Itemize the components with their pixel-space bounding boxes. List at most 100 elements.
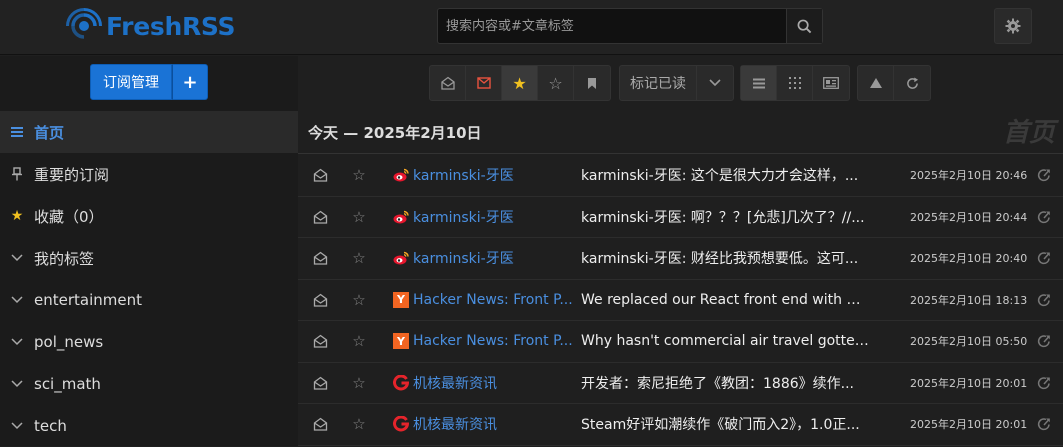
refresh-button[interactable] bbox=[894, 66, 930, 100]
article-title-link[interactable]: We replaced our React front end with Go.… bbox=[581, 292, 871, 308]
external-link-button[interactable] bbox=[1036, 168, 1052, 182]
favorite-toggle[interactable]: ☆ bbox=[351, 208, 367, 226]
chevron-down-icon bbox=[10, 380, 24, 388]
star-icon: ★ bbox=[10, 208, 24, 224]
mark-read-toggle[interactable] bbox=[312, 293, 328, 307]
favorite-toggle[interactable]: ☆ bbox=[351, 415, 367, 433]
mark-read-toggle[interactable] bbox=[312, 376, 328, 390]
subscription-management-button[interactable]: 订阅管理 bbox=[90, 64, 172, 100]
sidebar-item-label: tech bbox=[34, 417, 67, 435]
sidebar-item-sci-math[interactable]: sci_math bbox=[0, 363, 298, 405]
view-grid-button[interactable] bbox=[777, 66, 813, 100]
mark-read-button[interactable]: 标记已读 bbox=[620, 66, 697, 100]
external-link-icon bbox=[1037, 211, 1050, 223]
feed-name-link[interactable]: karminski-牙医 bbox=[413, 165, 573, 185]
feed-name-link[interactable]: 机核最新资讯 bbox=[413, 414, 573, 434]
mark-read-group: 标记已读 bbox=[619, 65, 734, 101]
list-icon bbox=[752, 78, 765, 88]
article-date: 2025年2月10日 20:01 bbox=[910, 376, 1028, 390]
mark-read-dropdown[interactable] bbox=[697, 66, 733, 100]
sort-order-button[interactable] bbox=[858, 66, 894, 100]
sidebar-item-important[interactable]: 重要的订阅 bbox=[0, 153, 298, 195]
article-list: ☆ karminski-牙医 karminski-牙医: 这个是很大力才会这样，..… bbox=[298, 155, 1063, 446]
mark-read-toggle[interactable] bbox=[312, 251, 328, 265]
mark-read-toggle[interactable] bbox=[312, 417, 328, 431]
add-subscription-button[interactable]: + bbox=[172, 64, 208, 100]
external-link-icon bbox=[1037, 418, 1050, 431]
sidebar-item-label: 我的标签 bbox=[34, 249, 95, 268]
external-link-button[interactable] bbox=[1036, 334, 1052, 348]
favorite-toggle[interactable]: ☆ bbox=[351, 291, 367, 309]
envelope-open-icon bbox=[313, 417, 327, 431]
mark-read-toggle[interactable] bbox=[312, 168, 328, 182]
app-logo[interactable]: FreshRSS bbox=[66, 8, 235, 44]
article-title-link[interactable]: karminski-牙医: 这个是很大力才会这样，... bbox=[581, 165, 871, 185]
external-link-button[interactable] bbox=[1036, 293, 1052, 307]
sidebar-item-home[interactable]: 首页 bbox=[0, 111, 298, 153]
search-button[interactable] bbox=[786, 9, 822, 43]
envelope-icon bbox=[476, 77, 491, 89]
article-row[interactable]: ☆ karminski-牙医 karminski-牙医: 财经比我预想要低。这可..… bbox=[298, 238, 1063, 280]
feed-name-link[interactable]: karminski-牙医 bbox=[413, 248, 573, 268]
filter-group: ★ ☆ bbox=[429, 65, 611, 101]
article-row[interactable]: ☆ karminski-牙医 karminski-牙医: 啊？？？[允悲]几次了？/… bbox=[298, 197, 1063, 238]
mark-read-toggle[interactable] bbox=[312, 210, 328, 224]
sidebar-item-tech[interactable]: tech bbox=[0, 405, 298, 447]
list-icon bbox=[10, 126, 24, 138]
external-link-button[interactable] bbox=[1036, 210, 1052, 224]
sidebar-item-label: 收藏（0） bbox=[34, 207, 104, 226]
filter-read-button[interactable] bbox=[430, 66, 466, 100]
star-filled-icon: ★ bbox=[512, 73, 527, 93]
feed-name-link[interactable]: karminski-牙医 bbox=[413, 207, 573, 227]
main-content: ★ ☆ 标记已读 今天 — 2025年2月10日 首页 ☆ karminski-… bbox=[298, 56, 1063, 446]
mark-read-toggle[interactable] bbox=[312, 334, 328, 348]
filter-unstarred-button[interactable]: ☆ bbox=[538, 66, 574, 100]
search-input[interactable] bbox=[438, 9, 786, 43]
feed-name-link[interactable]: 机核最新资讯 bbox=[413, 373, 573, 393]
settings-button[interactable] bbox=[994, 8, 1032, 44]
chevron-down-icon bbox=[10, 338, 24, 346]
view-reader-button[interactable] bbox=[813, 66, 849, 100]
feed-favicon: Y bbox=[393, 291, 409, 308]
feed-favicon bbox=[393, 167, 409, 183]
external-link-icon bbox=[1037, 294, 1050, 306]
external-link-button[interactable] bbox=[1036, 417, 1052, 431]
feed-name-link[interactable]: Hacker News: Front P... bbox=[413, 292, 573, 308]
grid-icon bbox=[788, 77, 801, 89]
feed-name-link[interactable]: Hacker News: Front P... bbox=[413, 333, 573, 349]
feed-favicon bbox=[393, 250, 409, 266]
filter-unread-button[interactable] bbox=[466, 66, 502, 100]
sidebar-item-pol-news[interactable]: pol_news bbox=[0, 321, 298, 363]
filter-bookmark-button[interactable] bbox=[574, 66, 610, 100]
app-name: FreshRSS bbox=[106, 11, 236, 41]
star-outline-icon: ☆ bbox=[352, 415, 366, 434]
favorite-toggle[interactable]: ☆ bbox=[351, 374, 367, 392]
article-row[interactable]: ☆ Y Hacker News: Front P... Why hasn't comm… bbox=[298, 321, 1063, 363]
article-title-link[interactable]: karminski-牙医: 啊？？？[允悲]几次了？//... bbox=[581, 207, 871, 227]
filter-starred-button[interactable]: ★ bbox=[502, 66, 538, 100]
favorite-toggle[interactable]: ☆ bbox=[351, 166, 367, 184]
article-row[interactable]: ☆ 机核最新资讯 Steam好评如潮续作《破门而入2》，1.0正... 2025年2月… bbox=[298, 404, 1063, 446]
favorite-toggle[interactable]: ☆ bbox=[351, 332, 367, 350]
favorite-toggle[interactable]: ☆ bbox=[351, 249, 367, 267]
reader-icon bbox=[823, 77, 839, 89]
article-title-link[interactable]: 开发者：索尼拒绝了《教团：1886》续作... bbox=[581, 373, 871, 393]
star-outline-icon: ☆ bbox=[352, 166, 366, 185]
article-row[interactable]: ☆ Y Hacker News: Front P... We replaced our… bbox=[298, 280, 1063, 321]
weibo-icon bbox=[393, 210, 409, 224]
article-title-link[interactable]: karminski-牙医: 财经比我预想要低。这可... bbox=[581, 248, 871, 268]
sidebar-item-favorites[interactable]: ★ 收藏（0） bbox=[0, 195, 298, 237]
sidebar-item-entertainment[interactable]: entertainment bbox=[0, 279, 298, 321]
article-row[interactable]: ☆ 机核最新资讯 开发者：索尼拒绝了《教团：1886》续作... 2025年2月10日… bbox=[298, 363, 1063, 404]
sidebar-item-my-tags[interactable]: 我的标签 bbox=[0, 237, 298, 279]
article-title-link[interactable]: Steam好评如潮续作《破门而入2》，1.0正... bbox=[581, 414, 871, 434]
external-link-button[interactable] bbox=[1036, 376, 1052, 390]
day-header: 今天 — 2025年2月10日 首页 bbox=[298, 112, 1063, 154]
weibo-icon bbox=[393, 252, 409, 265]
article-row[interactable]: ☆ karminski-牙医 karminski-牙医: 这个是很大力才会这样，..… bbox=[298, 155, 1063, 197]
article-title-link[interactable]: Why hasn't commercial air travel gotten … bbox=[581, 333, 871, 349]
external-link-button[interactable] bbox=[1036, 251, 1052, 265]
envelope-open-icon bbox=[313, 168, 327, 182]
sidebar-item-label: pol_news bbox=[34, 333, 104, 351]
view-normal-button[interactable] bbox=[741, 66, 777, 100]
